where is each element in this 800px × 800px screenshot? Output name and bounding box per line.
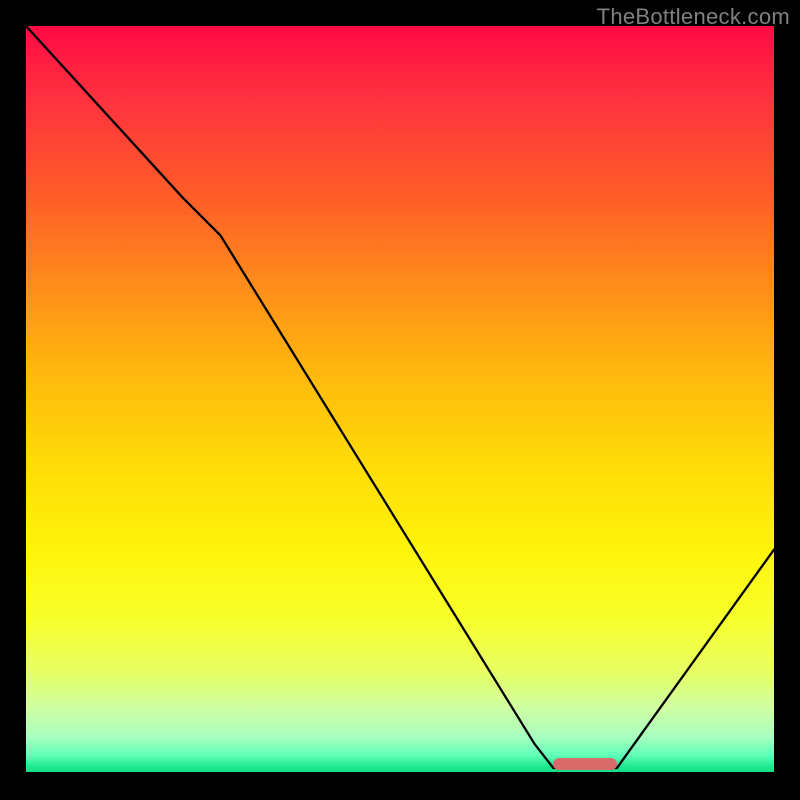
gradient-background bbox=[26, 26, 774, 774]
x-axis-baseline bbox=[26, 772, 774, 774]
chart-container: TheBottleneck.com bbox=[0, 0, 800, 800]
plot-area bbox=[26, 26, 774, 774]
optimal-range-marker bbox=[553, 758, 617, 770]
